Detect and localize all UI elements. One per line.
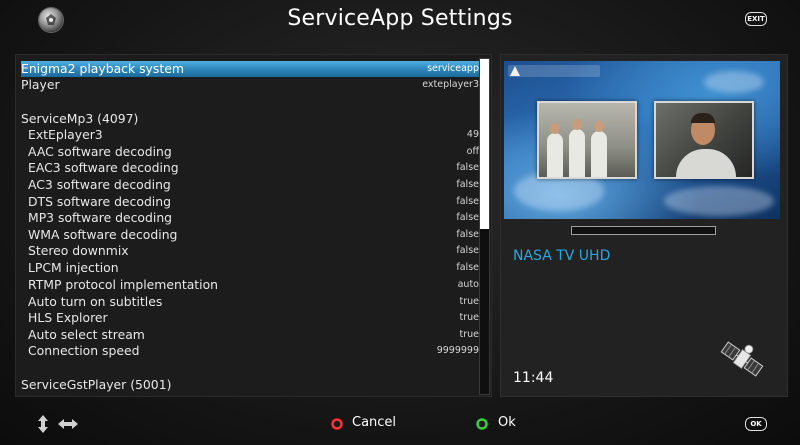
settings-row-value: exteplayer3	[422, 79, 479, 90]
settings-row[interactable]: Auto turn on subtitles true	[21, 294, 479, 310]
settings-row[interactable]: HLS Explorer true	[21, 310, 479, 326]
settings-row-value: 49	[466, 129, 479, 140]
settings-row-label: RTMP protocol implementation	[28, 277, 219, 292]
satellite-icon	[720, 341, 764, 377]
settings-row-label: ExtEplayer3	[28, 127, 103, 142]
navigation-arrows-icon	[38, 415, 78, 433]
settings-row-value: auto	[457, 279, 479, 290]
ok-button[interactable]: Ok	[498, 415, 516, 430]
red-button-icon[interactable]	[331, 418, 343, 430]
settings-row-value: false	[456, 262, 479, 273]
green-button-icon[interactable]	[476, 418, 488, 430]
page-title: ServiceApp Settings	[287, 6, 513, 31]
settings-row[interactable]: DTS software decoding false	[21, 194, 479, 210]
settings-row[interactable]: Player exteplayer3	[21, 77, 479, 93]
scrollbar-thumb[interactable]	[480, 59, 489, 229]
settings-row-value: false	[456, 229, 479, 240]
settings-row[interactable]: Connection speed 9999999	[21, 343, 479, 359]
settings-row-label: Connection speed	[28, 343, 140, 358]
settings-row[interactable]: AAC software decoding off	[21, 144, 479, 160]
preview-banner	[508, 65, 600, 77]
exit-key-icon[interactable]: EXIT	[745, 12, 767, 26]
settings-row-value: true	[459, 329, 480, 340]
progress-bar	[571, 226, 716, 235]
settings-row-value: false	[456, 196, 479, 207]
settings-row[interactable]: LPCM injection false	[21, 260, 479, 276]
settings-row[interactable]: Stereo downmix false	[21, 243, 479, 259]
settings-row-label: Player	[21, 77, 60, 92]
settings-row-label: LPCM injection	[28, 260, 119, 275]
settings-row-label: HLS Explorer	[28, 310, 108, 325]
settings-row-label: ServiceGstPlayer (5001)	[21, 377, 172, 392]
settings-row-label: DTS software decoding	[28, 194, 171, 209]
info-panel: NASA TV UHD 11:44	[500, 54, 788, 397]
settings-row-label: ServiceMp3 (4097)	[21, 111, 139, 126]
settings-row[interactable]: ExtEplayer3 49	[21, 127, 479, 143]
video-preview	[504, 61, 780, 219]
settings-row[interactable]: Auto select stream true	[21, 327, 479, 343]
settings-row-value: true	[459, 296, 480, 307]
cancel-button[interactable]: Cancel	[352, 415, 396, 430]
settings-row[interactable]: AC3 software decoding false	[21, 177, 479, 193]
settings-row[interactable]: RTMP protocol implementation auto	[21, 277, 479, 293]
settings-row[interactable]: WMA software decoding false	[21, 227, 479, 243]
settings-row-value: off	[466, 146, 479, 157]
settings-row-label: Stereo downmix	[28, 243, 129, 258]
ok-key-icon[interactable]: OK	[745, 417, 767, 431]
settings-row[interactable]: Enigma2 playback system serviceapp	[21, 61, 479, 77]
settings-row[interactable]: MP3 software decoding false	[21, 210, 479, 226]
settings-row[interactable]: ServiceGstPlayer (5001)	[21, 377, 479, 393]
settings-row-label: EAC3 software decoding	[28, 160, 179, 175]
settings-row[interactable]: ServiceMp3 (4097)	[21, 111, 479, 127]
settings-row-value: serviceapp	[427, 63, 479, 74]
settings-row-label: MP3 software decoding	[28, 210, 173, 225]
settings-scrollbar[interactable]	[479, 58, 490, 395]
settings-row-label: AAC software decoding	[28, 144, 172, 159]
settings-row-label: AC3 software decoding	[28, 177, 171, 192]
channel-name: NASA TV UHD	[513, 248, 611, 264]
settings-row-value: false	[456, 212, 479, 223]
settings-row[interactable]: EAC3 software decoding false	[21, 160, 479, 176]
settings-row-value: false	[456, 179, 479, 190]
settings-row-value: 9999999	[436, 345, 479, 356]
settings-row-value: false	[456, 245, 479, 256]
settings-row-value: true	[459, 312, 480, 323]
settings-row-label: WMA software decoding	[28, 227, 178, 242]
settings-row-label: Auto turn on subtitles	[28, 294, 163, 309]
settings-row-value: false	[456, 162, 479, 173]
settings-list[interactable]: Enigma2 playback system serviceapp Player e…	[15, 54, 492, 397]
settings-row-label: Auto select stream	[28, 327, 145, 342]
preview-inset-astronaut	[654, 101, 754, 179]
settings-row-label: Enigma2 playback system	[21, 61, 184, 76]
clock: 11:44	[513, 370, 554, 386]
preview-inset-crew	[537, 101, 637, 179]
